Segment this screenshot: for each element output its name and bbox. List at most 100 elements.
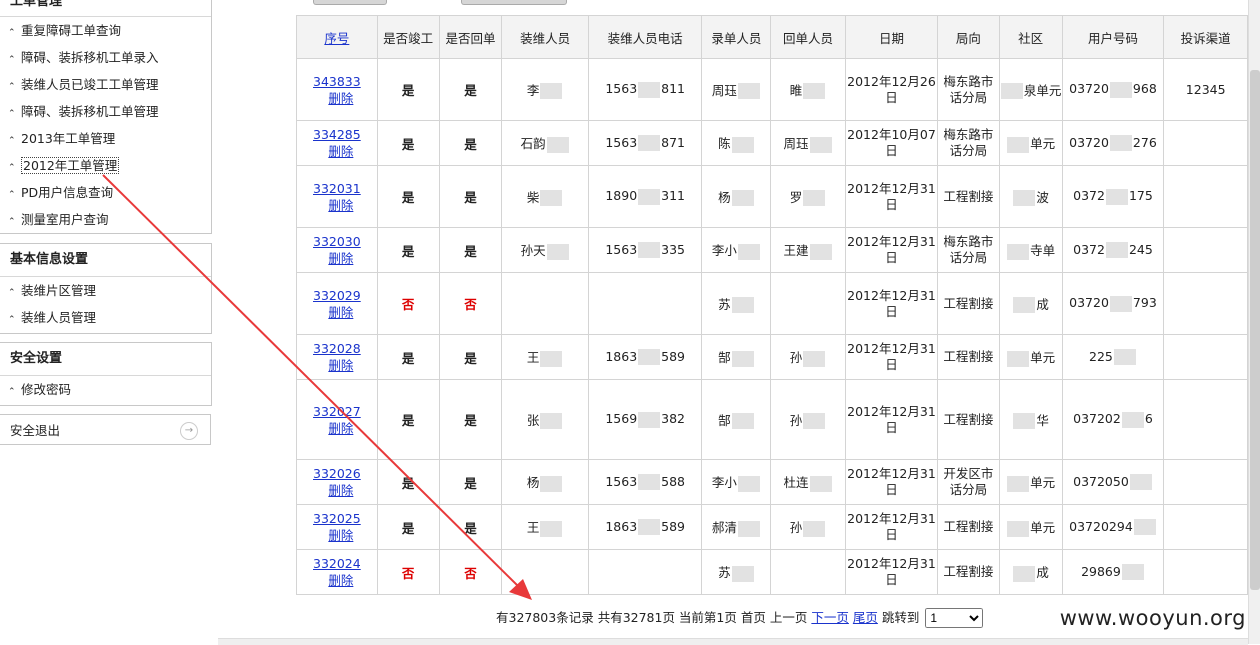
sidebar-basic-item-0[interactable]: ⌃ 装维片区管理 [0,277,211,304]
user-number-cell: 03720 793 [1061,272,1165,335]
delete-link[interactable]: 删除 [328,305,353,320]
delete-link[interactable]: 删除 [328,421,353,436]
double-chevron-up-icon: ⌃ [8,82,16,92]
staff-phone-cell: 1563 588 [587,459,703,505]
entry-staff-cell-text: 郜 [718,412,731,428]
scrollbar-thumb[interactable] [1250,70,1260,590]
order-id-link[interactable]: 343833 [313,74,361,89]
reply-staff-cell [770,272,846,335]
user-number-cell: 03720294 [1061,504,1165,550]
staff-phone-cell-text: 1563 [605,81,638,97]
first-page-link[interactable]: 首页 [741,610,766,625]
sidebar-security-item-0[interactable]: ⌃ 修改密码 [0,376,211,403]
community-cell: 成 [998,272,1063,335]
top-button-1[interactable] [313,0,387,5]
sidebar-item-2[interactable]: ⌃ 装维人员已竣工工单管理 [0,71,211,98]
office-cell: 工程割接 [937,334,1000,380]
staff-phone-cell-text: 1563 [605,473,638,489]
user-number-text: 03720294 [1069,518,1133,534]
double-chevron-up-icon: ⌃ [8,387,16,397]
office-cell: 工程割接 [937,272,1000,335]
entry-staff-cell: 李小 [701,459,772,505]
redacted-block [731,350,754,367]
delete-link[interactable]: 删除 [328,144,353,159]
vertical-scrollbar[interactable] [1248,0,1260,644]
column-header-0[interactable]: 序号 [296,15,378,59]
staff-cell: 王 [501,504,589,550]
order-id-link[interactable]: 332028 [313,341,361,356]
double-chevron-up-icon: ⌃ [8,163,16,173]
channel-cell [1163,227,1248,273]
community-cell: 泉单元 [998,58,1063,121]
community-cell: 单元 [998,120,1063,166]
order-id-link[interactable]: 332030 [313,234,361,249]
order-id-link[interactable]: 332027 [313,404,361,419]
sidebar-item-4[interactable]: ⌃ 2013年工单管理 [0,125,211,152]
next-page-link[interactable]: 下一页 [811,610,849,625]
community-text: 寺单 [1030,243,1056,259]
prev-page-link[interactable]: 上一页 [770,610,808,625]
office-cell: 工程割接 [937,165,1000,228]
delete-link[interactable]: 删除 [328,528,353,543]
completed-cell: 否 [376,549,440,595]
logout-button[interactable]: 安全退出 → [0,414,211,445]
delete-link[interactable]: 删除 [328,198,353,213]
returned-cell: 否 [438,272,503,335]
redacted-block [638,519,661,536]
staff-phone-cell: 1569 382 [587,379,703,460]
sidebar-item-1[interactable]: ⌃ 障碍、装拆移机工单录入 [0,44,211,71]
redacted-block [1013,565,1036,582]
sidebar-basic-item-1[interactable]: ⌃ 装维人员管理 [0,304,211,331]
community-text: 单元 [1030,136,1056,152]
column-header-4: 装维人员电话 [587,15,703,59]
order-id-link[interactable]: 332029 [313,288,361,303]
returned-cell: 是 [438,334,503,380]
completed-cell: 是 [376,334,440,380]
security-settings-title: 安全设置 [0,343,211,376]
user-number-cell: 225 [1061,334,1165,380]
sidebar-item-0[interactable]: ⌃ 重复障碍工单查询 [0,17,211,44]
community-text: 单元 [1030,350,1056,366]
staff-phone-cell-text-end: 811 [661,81,686,97]
channel-cell [1163,379,1248,460]
user-number-end: 276 [1132,134,1157,150]
sort-id-link[interactable]: 序号 [324,31,349,46]
sidebar-item-5[interactable]: ⌃ 2012年工单管理 [0,152,211,179]
sidebar-item-3[interactable]: ⌃ 障碍、装拆移机工单管理 [0,98,211,125]
staff-cell: 李 [501,58,589,121]
order-id-link[interactable]: 334285 [313,127,361,142]
redacted-block [737,520,760,537]
user-number-end: 6 [1144,411,1153,427]
staff-phone-cell-text: 1563 [605,241,638,257]
reply-staff-cell-text: 孙 [789,412,803,428]
community-cell: 波 [998,165,1063,228]
order-id-link[interactable]: 332024 [313,556,361,571]
entry-staff-cell-text: 李小 [711,243,737,259]
sidebar-item-7[interactable]: ⌃ 测量室用户查询 [0,206,211,233]
order-id-link[interactable]: 332026 [313,466,361,481]
delete-link[interactable]: 删除 [328,91,353,106]
page-jump-select[interactable]: 1 [925,608,984,628]
order-id-link[interactable]: 332031 [313,181,361,196]
sidebar-item-6[interactable]: ⌃ PD用户信息查询 [0,179,211,206]
column-header-10: 用户号码 [1061,15,1165,59]
entry-staff-cell: 周珏 [701,58,772,121]
arrow-right-icon: → [180,422,198,440]
menu-item-label: 测量室用户查询 [21,212,109,227]
id-cell: 343833 删除 [296,58,378,121]
redacted-block [638,242,661,259]
user-number-cell: 0372 175 [1061,165,1165,228]
user-number-cell: 0372050 [1061,459,1165,505]
channel-cell [1163,334,1248,380]
reply-staff-cell-text: 周珏 [783,136,809,152]
user-number-text: 03720 [1069,81,1109,97]
delete-link[interactable]: 删除 [328,483,353,498]
delete-link[interactable]: 删除 [328,251,353,266]
delete-link[interactable]: 删除 [328,573,353,588]
community-cell: 寺单 [998,227,1063,273]
order-id-link[interactable]: 332025 [313,511,361,526]
user-number-text: 0372 [1073,188,1105,204]
delete-link[interactable]: 删除 [328,358,353,373]
top-button-2[interactable] [461,0,567,5]
last-page-link[interactable]: 尾页 [853,610,878,625]
